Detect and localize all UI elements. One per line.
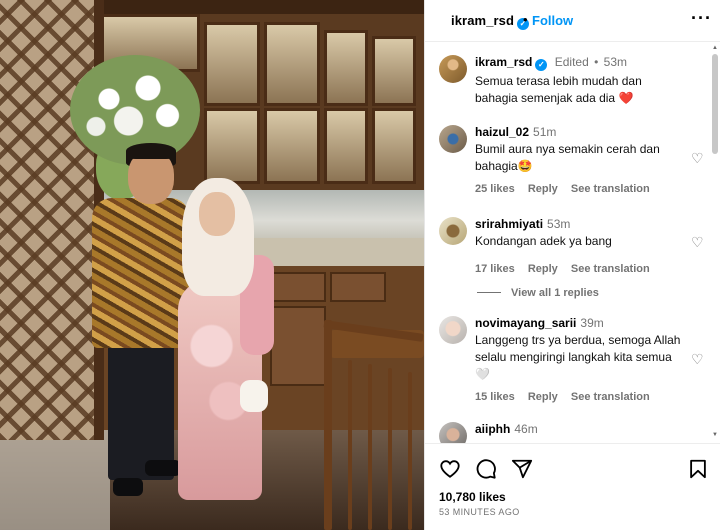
heart-icon[interactable] (439, 458, 461, 480)
comment-text: Bumil aura nya semakin cerah dan bahagia (475, 142, 660, 173)
comment-time[interactable]: 39m (580, 316, 603, 330)
more-options-icon[interactable]: ··· (691, 8, 712, 29)
follow-button[interactable]: Follow (532, 13, 573, 28)
comment-item: haizul_02 51m Bumil aura nya semakin cera… (439, 125, 704, 195)
comment-heart-icon[interactable]: ♡ (691, 151, 705, 165)
header-separator: • (523, 12, 528, 27)
caption-time[interactable]: 53m (604, 55, 627, 69)
avatar[interactable] (439, 55, 467, 83)
caption-username[interactable]: ikram_rsd (475, 55, 532, 69)
see-translation-button[interactable]: See translation (571, 183, 650, 195)
scroll-up-arrow-icon[interactable]: ▲ (712, 45, 718, 51)
likes-count[interactable]: 10,780 likes (439, 490, 506, 504)
verified-badge-icon: ✓ (535, 59, 548, 71)
white-heart-emoji: 🤍 (475, 367, 490, 381)
comments-list[interactable]: ikram_rsd ✓ Edited • 53m Semua terasa leb… (425, 43, 720, 443)
comment-username[interactable]: aiiphh (475, 422, 510, 436)
comment-text: Langgeng trs ya berdua, semoga Allah sel… (475, 333, 681, 364)
wooden-chair (318, 300, 424, 530)
comment-likes[interactable]: 15 likes (475, 391, 515, 403)
post-header: ikram_rsd ✓ • Follow ··· (425, 0, 720, 42)
comment-item: srirahmiyati 53m Kondangan adek ya bang 1… (439, 217, 704, 277)
edited-label: Edited (554, 55, 589, 69)
comment-heart-icon[interactable]: ♡ (691, 352, 705, 366)
see-translation-button[interactable]: See translation (571, 391, 650, 403)
comment-item: novimayang_sarii 39m Langgeng trs ya berd… (439, 316, 704, 408)
man-batik-shirt (92, 198, 190, 348)
star-struck-emoji: 🤩 (517, 159, 533, 173)
post-detail-panel: ikram_rsd ✓ • Follow ··· ikram_rsd ✓ Edite… (424, 0, 720, 530)
lattice-wall (0, 0, 96, 440)
bookmark-icon[interactable] (687, 458, 709, 480)
comment-likes[interactable]: 17 likes (475, 263, 515, 275)
avatar[interactable] (439, 422, 467, 443)
avatar[interactable] (439, 125, 467, 153)
comment-time[interactable]: 53m (547, 217, 570, 231)
header-username[interactable]: ikram_rsd ✓ (451, 13, 530, 30)
comment-likes[interactable]: 25 likes (475, 183, 515, 195)
see-translation-button[interactable]: See translation (571, 263, 650, 275)
comment-time[interactable]: 51m (533, 125, 556, 139)
caption: ikram_rsd ✓ Edited • 53m Semua terasa leb… (439, 55, 701, 115)
scrollbar-thumb[interactable] (712, 54, 718, 154)
comment-heart-icon[interactable]: ♡ (691, 235, 705, 249)
caption-text: Semua terasa lebih mudah dan bahagia sem… (475, 74, 642, 105)
reply-button[interactable]: Reply (528, 183, 558, 195)
comment-username[interactable]: srirahmiyati (475, 217, 543, 231)
send-icon[interactable] (511, 458, 533, 480)
view-replies-button[interactable]: View all 1 replies (477, 287, 599, 299)
comment-username[interactable]: haizul_02 (475, 125, 529, 139)
post-actions-footer: 10,780 likes 53 MINUTES AGO (425, 443, 720, 530)
comment-username[interactable]: novimayang_sarii (475, 316, 576, 330)
avatar[interactable] (439, 316, 467, 344)
comment-time[interactable]: 46m (514, 422, 537, 436)
comment-text: Kondangan adek ya bang (475, 234, 612, 248)
red-heart-emoji: ❤️ (618, 91, 634, 105)
post-timestamp[interactable]: 53 MINUTES AGO (439, 507, 520, 517)
comment-item: aiiphh 46m (439, 422, 701, 443)
avatar[interactable] (439, 217, 467, 245)
scroll-down-arrow-icon[interactable]: ▼ (712, 432, 718, 438)
reply-button[interactable]: Reply (528, 263, 558, 275)
reply-button[interactable]: Reply (528, 391, 558, 403)
comment-icon[interactable] (475, 458, 497, 480)
post-photo[interactable] (0, 0, 424, 530)
